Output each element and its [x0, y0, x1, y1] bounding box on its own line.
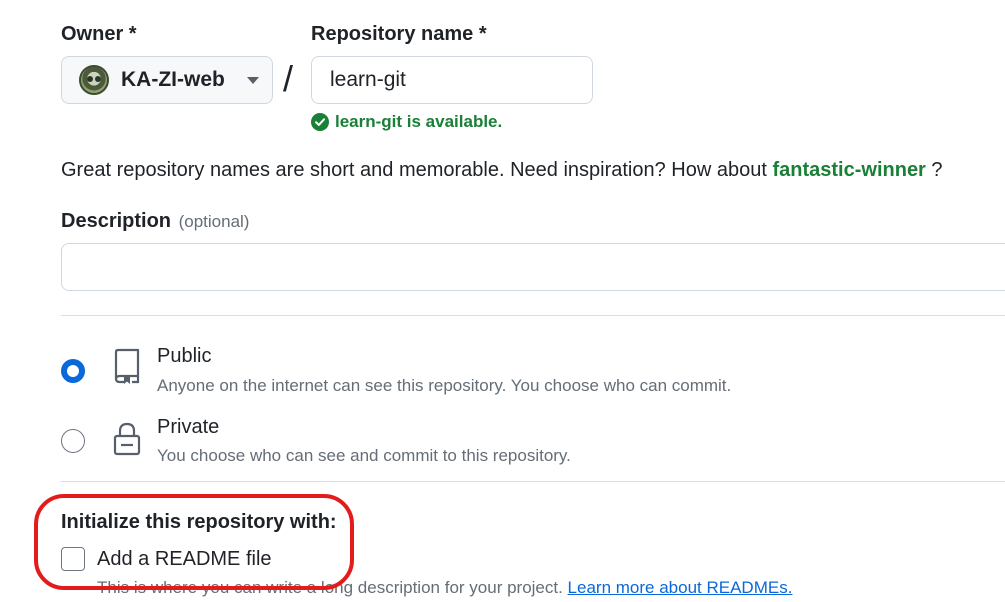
owner-repo-separator: / — [283, 58, 294, 99]
public-option-title: Public — [157, 345, 212, 367]
owner-avatar — [79, 65, 109, 95]
create-repository-form: Owner * KA-ZI-web / Repository name * le… — [0, 0, 1005, 602]
inspiration-text: Great repository names are short and mem… — [61, 159, 773, 181]
owner-name: KA-ZI-web — [121, 68, 225, 91]
owner-label: Owner * — [61, 23, 137, 45]
lock-icon — [113, 422, 141, 456]
description-label-text: Description — [61, 210, 172, 232]
learn-more-readmes-link[interactable]: Learn more about READMEs. — [568, 578, 793, 597]
add-readme-label[interactable]: Add a README file — [97, 548, 272, 571]
check-circle-icon — [311, 113, 329, 131]
annotation-highlight-ring — [34, 494, 354, 590]
private-option-title: Private — [157, 416, 220, 438]
repository-name-label: Repository name * — [311, 23, 487, 45]
add-readme-checkbox[interactable] — [61, 547, 85, 571]
description-input[interactable] — [61, 243, 1005, 291]
name-inspiration: Great repository names are short and mem… — [61, 159, 943, 182]
repository-name-input[interactable] — [311, 56, 593, 104]
private-option-description: You choose who can see and commit to thi… — [157, 446, 571, 465]
readme-hint: This is where you can write a long descr… — [97, 578, 792, 598]
optional-tag: (optional) — [178, 212, 250, 231]
availability-message: learn-git is available. — [311, 112, 502, 132]
visibility-private-radio[interactable] — [61, 429, 85, 453]
inspiration-suffix: ? — [925, 159, 943, 181]
section-divider — [61, 481, 1005, 482]
initialize-heading: Initialize this repository with: — [61, 511, 337, 533]
public-option-description: Anyone on the internet can see this repo… — [157, 376, 732, 395]
repo-icon — [114, 348, 140, 384]
readme-hint-text: This is where you can write a long descr… — [97, 578, 568, 597]
availability-text: learn-git is available. — [335, 112, 503, 131]
visibility-public-radio[interactable] — [61, 359, 85, 383]
description-label: Description (optional) — [61, 210, 249, 233]
suggested-name-link[interactable]: fantastic-winner — [772, 159, 925, 181]
owner-dropdown[interactable]: KA-ZI-web — [61, 56, 273, 104]
caret-down-icon — [246, 76, 259, 84]
section-divider — [61, 315, 1005, 316]
